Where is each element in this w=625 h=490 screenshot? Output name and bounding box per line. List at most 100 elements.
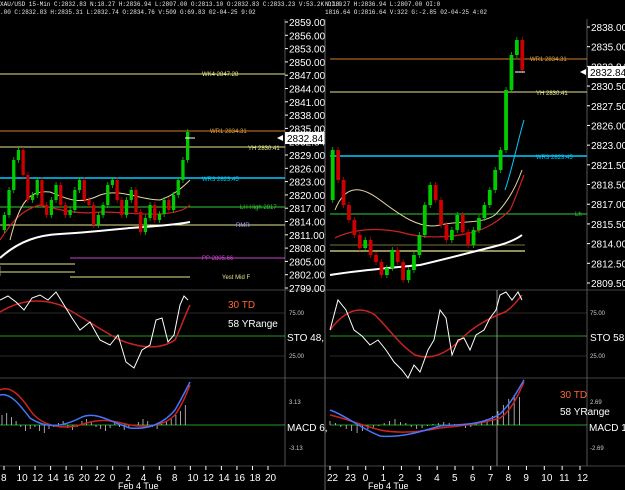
- candle-body: [2, 215, 6, 230]
- candle-body: [455, 215, 460, 230]
- candle-body: [504, 90, 508, 150]
- right-time-tick: 22: [327, 473, 339, 484]
- left-time-tick: 14: [48, 473, 60, 484]
- left-time-tick: 10: [187, 473, 199, 484]
- right-price-tick: 2821.50: [591, 161, 625, 172]
- left-price-tick: 2853.00: [289, 45, 326, 56]
- left-time-tick: 8: [1, 473, 7, 484]
- candle-body: [412, 255, 416, 270]
- right-chart[interactable]: WR1 2834.31 YH 2830.41 WR3 2823.45 Lh 28…: [324, 19, 625, 490]
- right-yh-label: YH 2830.41: [536, 91, 568, 97]
- left-time-tick: 0: [110, 473, 116, 484]
- right-current-price: 2832.84: [590, 68, 625, 79]
- left-yrange-label: 58 YRange: [228, 319, 278, 330]
- candle-body: [374, 255, 378, 262]
- candle-body: [357, 235, 362, 248]
- candle-body: [352, 220, 357, 235]
- right-price-tick: 2817.00: [591, 200, 625, 211]
- candle-body: [87, 200, 91, 205]
- candle-body: [21, 150, 25, 175]
- left-td-label: 30 TD: [228, 300, 255, 311]
- candle-body: [40, 180, 44, 205]
- left-price-tick: 2808.00: [289, 244, 326, 255]
- candle-body: [45, 205, 49, 215]
- left-time-tick: 20: [265, 473, 277, 484]
- left-time-tick: 16: [63, 473, 75, 484]
- right-time-tick: 8: [506, 473, 512, 484]
- candle-body: [68, 210, 72, 215]
- right-time-tick: 23: [345, 473, 357, 484]
- right-price-axis[interactable]: 2838.00 2835.00 2832.84 2830.50 2827.50 2826.…: [587, 23, 625, 290]
- candle-body: [477, 218, 481, 230]
- candle-body: [395, 250, 400, 262]
- left-price-tick: 2811.00: [289, 231, 325, 242]
- left-time-tick: 18: [249, 473, 261, 484]
- candle-body: [406, 270, 411, 280]
- candle-body: [153, 205, 157, 220]
- right-price-tick: 2835.00: [591, 43, 625, 54]
- candle-body: [96, 215, 100, 225]
- right-yrange-label: 58 YRange: [560, 407, 610, 418]
- right-macd-top: 2.69: [590, 400, 602, 406]
- left-price-tick: 2817.00: [289, 204, 326, 215]
- candle-body: [336, 150, 341, 180]
- candle-body: [186, 132, 190, 160]
- candle-body: [167, 200, 171, 210]
- candle-body: [59, 185, 63, 205]
- left-sto-red: [0, 300, 191, 348]
- chart-canvas: WK4 2847.28 WR1 2834.31 YH 2830.41 WR3 2…: [0, 18, 625, 490]
- left-time-tick: 22: [94, 473, 106, 484]
- candle-body: [520, 40, 525, 70]
- right-wr1-label: WR1 2834.31: [530, 57, 567, 63]
- candle-body: [176, 180, 180, 195]
- right-sto-red: [329, 294, 523, 358]
- left-price-tick: 2850.00: [289, 58, 326, 69]
- candle-body: [390, 250, 395, 268]
- candle-body: [92, 205, 96, 225]
- left-candles: [2, 129, 190, 235]
- left-macd-top: 3.13: [289, 400, 301, 406]
- candle-body: [157, 214, 162, 220]
- candle-body: [30, 195, 35, 200]
- left-price-tick: 2826.00: [289, 164, 326, 175]
- right-price-tick: 2812.50: [591, 259, 625, 270]
- left-price-tick: 2823.00: [289, 178, 326, 189]
- pp-level-label: PP 2805.66: [202, 256, 234, 262]
- right-time-axis[interactable]: 22 23 0 1 2 3 4 5 6 7 8 9 10 11 12: [327, 466, 589, 484]
- left-price-axis[interactable]: 2859.00 2856.00 2853.00 2850.00 2847.00 2844.…: [285, 18, 326, 295]
- left-time-tick: 10: [17, 473, 29, 484]
- candle-body: [444, 225, 449, 240]
- right-time-tick: 5: [452, 473, 458, 484]
- left-sto-label: STO 48,: [287, 333, 324, 344]
- left-price-tick: 2802.00: [289, 271, 326, 282]
- candle-body: [509, 55, 514, 90]
- right-time-tick: 12: [577, 473, 589, 484]
- candle-body: [181, 160, 185, 180]
- candle-body: [120, 200, 124, 215]
- left-macd-label: MACD 6,: [287, 423, 328, 434]
- candle-body: [73, 190, 77, 210]
- candle-body: [49, 200, 53, 215]
- left-time-tick: 20: [79, 473, 91, 484]
- candle-body: [7, 190, 11, 215]
- candle-body: [54, 185, 58, 200]
- candle-body: [401, 262, 406, 280]
- candle-body: [363, 240, 368, 248]
- left-chart[interactable]: WK4 2847.28 WR1 2834.31 YH 2830.41 WR3 2…: [0, 18, 328, 490]
- candle-body: [77, 180, 82, 190]
- candle-body: [347, 205, 351, 220]
- left-sto-white: [0, 291, 189, 369]
- candle-body: [466, 232, 471, 245]
- right-time-tick: 4: [434, 473, 440, 484]
- left-time-tick: 8: [172, 473, 178, 484]
- candle-body: [129, 190, 133, 200]
- right-price-tick: 2826.00: [591, 121, 625, 132]
- right-price-tick: 2838.00: [591, 23, 625, 34]
- wr1-level-label: WR1 2834.31: [210, 129, 247, 135]
- candle-body: [16, 150, 21, 160]
- candle-body: [493, 170, 498, 190]
- candle-body: [101, 205, 105, 215]
- left-price-tick: 2799.00: [289, 284, 326, 295]
- right-macd-histogram: [329, 395, 520, 433]
- right-macd-label: MACD 1: [589, 423, 625, 434]
